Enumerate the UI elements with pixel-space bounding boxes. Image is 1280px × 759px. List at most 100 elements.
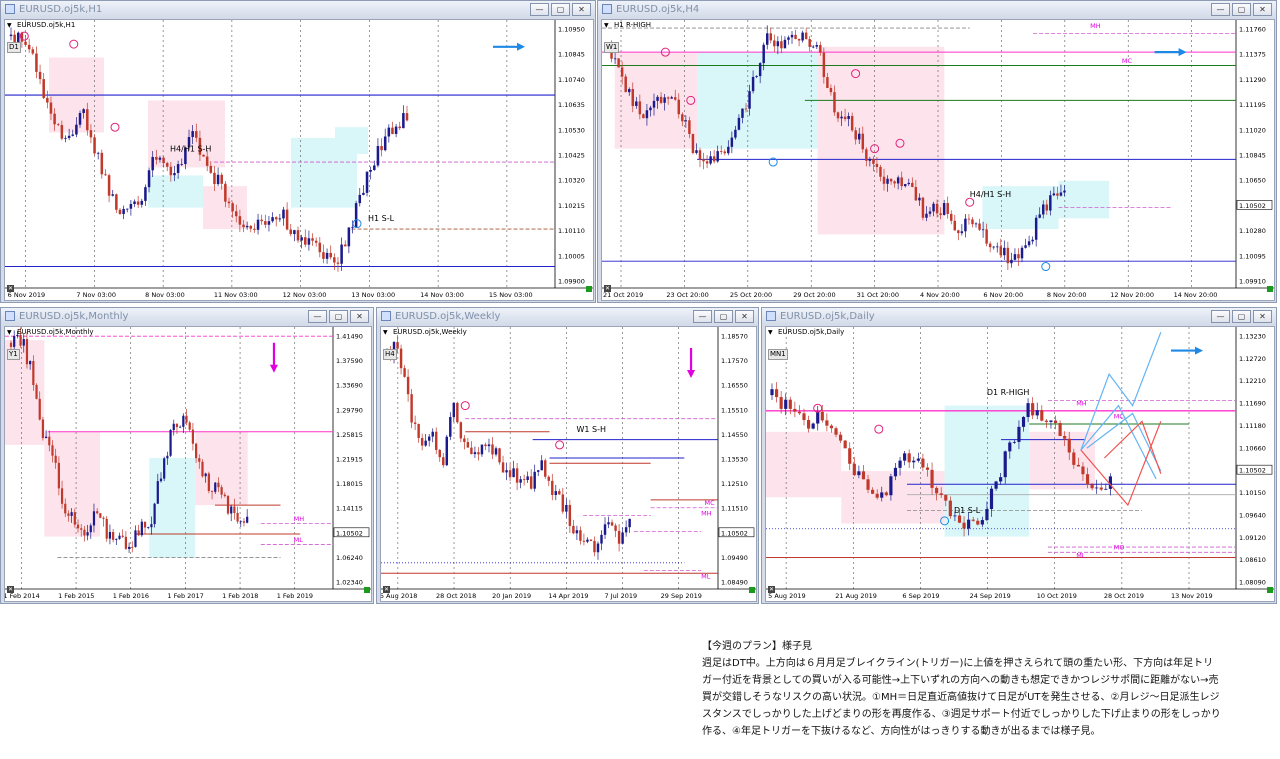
close-icon[interactable]: ✕: [7, 285, 14, 292]
annotation-label: ML: [701, 573, 711, 581]
swing-marker-icon: [110, 122, 120, 132]
candle-body: [705, 161, 709, 164]
candle-body: [642, 114, 645, 119]
chart-window-icon: [766, 311, 776, 321]
annotation-label: D1 R-HIGH: [987, 388, 1030, 397]
title-bar[interactable]: EURUSD.oj5k,H1 — ▢ ✕: [1, 1, 595, 18]
candle-body: [185, 415, 188, 423]
close-icon[interactable]: ✕: [604, 285, 611, 292]
candle-body: [614, 525, 617, 531]
candle-body: [56, 124, 60, 126]
candle-body: [394, 126, 398, 134]
close-button[interactable]: ✕: [572, 3, 591, 16]
chart-window-monthly[interactable]: EURUSD.oj5k,Monthly — ▢ ✕ 1 Feb 2014 1 Feb …: [0, 307, 374, 604]
candle-body: [737, 117, 741, 130]
y-tick-label: 1.10095: [1239, 252, 1266, 260]
close-icon[interactable]: ✕: [383, 586, 390, 593]
candle-body: [684, 120, 688, 122]
chart-window-h1[interactable]: EURUSD.oj5k,H1 — ▢ ✕ 6 Nov 2019 7 Nov 03:00…: [0, 0, 596, 303]
chevron-down-icon[interactable]: ▼: [7, 329, 12, 336]
title-bar[interactable]: EURUSD.oj5k,Weekly — ▢ ✕: [377, 308, 758, 325]
candle-body: [405, 113, 409, 121]
minimize-button[interactable]: —: [308, 310, 327, 323]
candle-body: [1058, 423, 1062, 436]
timeframe-badge[interactable]: Y1: [7, 349, 20, 360]
candle-body: [804, 32, 808, 40]
maximize-button[interactable]: ▢: [329, 310, 348, 323]
chart-area[interactable]: 6 Nov 2019 7 Nov 03:00 8 Nov 03:00 11 Nov 0…: [4, 19, 594, 301]
candle-body: [365, 171, 369, 193]
minimize-button[interactable]: —: [1211, 310, 1230, 323]
candle-body: [540, 460, 543, 471]
title-bar[interactable]: EURUSD.oj5k,Monthly — ▢ ✕: [1, 308, 373, 325]
close-icon[interactable]: ✕: [768, 586, 775, 593]
timeframe-badge[interactable]: H4: [383, 349, 397, 360]
maximize-button[interactable]: ▢: [714, 310, 733, 323]
minimize-button[interactable]: —: [693, 310, 712, 323]
swing-marker-icon: [874, 424, 884, 434]
chart-area[interactable]: 21 Oct 2019 23 Oct 20:00 25 Oct 20:00 29 Oc…: [601, 19, 1275, 301]
symbol-label: EURUSD.oj5k,Daily: [778, 328, 845, 336]
arrow-right-icon: [1178, 48, 1187, 57]
candle-body: [249, 225, 253, 229]
chevron-down-icon[interactable]: ▼: [7, 22, 12, 29]
candle-body: [410, 394, 413, 423]
candle-body: [230, 506, 233, 514]
chart-window-h4[interactable]: EURUSD.oj5k,H4 — ▢ ✕ 21 Oct 2019 23 Oct 20:…: [597, 0, 1277, 303]
chart-svg: 5 Aug 2018 28 Oct 2018 20 Jan 2019 14 Apr 2…: [381, 327, 756, 600]
candle-body: [994, 481, 998, 489]
candle-body: [173, 173, 176, 176]
timeframe-badge[interactable]: D1: [7, 42, 21, 53]
candle-body: [1038, 214, 1041, 218]
candle-body: [1031, 239, 1034, 242]
candle-body: [24, 41, 27, 45]
title-bar[interactable]: EURUSD.oj5k,Daily — ▢ ✕: [762, 308, 1276, 325]
chevron-down-icon[interactable]: ▼: [768, 329, 773, 336]
candle-body: [916, 458, 920, 461]
chevron-down-icon[interactable]: ▼: [383, 329, 388, 336]
chart-svg: 5 Aug 2019 21 Aug 2019 6 Sep 2019 24 Sep 20…: [766, 327, 1274, 600]
title-bar[interactable]: EURUSD.oj5k,H4 — ▢ ✕: [598, 1, 1276, 18]
maximize-button[interactable]: ▢: [551, 3, 570, 16]
annotation-label: MC: [705, 499, 716, 507]
chart-area[interactable]: 5 Aug 2018 28 Oct 2018 20 Jan 2019 14 Apr 2…: [380, 326, 757, 602]
candle-body: [463, 438, 466, 443]
timeframe-badge[interactable]: MN1: [768, 349, 788, 360]
candle-body: [558, 491, 561, 495]
candle-body: [1059, 192, 1063, 196]
candle-body: [547, 476, 550, 481]
candle-body: [147, 527, 150, 529]
maximize-button[interactable]: ▢: [1232, 3, 1251, 16]
candle-body: [108, 532, 112, 539]
candle-body: [802, 413, 806, 421]
candle-body: [210, 490, 214, 492]
candle-body: [322, 252, 325, 259]
close-button[interactable]: ✕: [1253, 310, 1272, 323]
chevron-down-icon[interactable]: ▼: [604, 22, 609, 29]
chart-area[interactable]: 5 Aug 2019 21 Aug 2019 6 Sep 2019 24 Sep 20…: [765, 326, 1275, 602]
x-tick-label: 14 Apr 2019: [548, 592, 588, 600]
candle-body: [631, 89, 635, 106]
candle-body: [944, 495, 948, 501]
candle-body: [960, 231, 964, 234]
candle-body: [494, 448, 498, 455]
chart-area[interactable]: 1 Feb 2014 1 Feb 2015 1 Feb 2016 1 Feb 2017…: [4, 326, 372, 602]
candle-body: [75, 124, 78, 135]
chart-window-weekly[interactable]: EURUSD.oj5k,Weekly — ▢ ✕ 5 Aug 2018 28 Oct …: [376, 307, 759, 604]
candle-body: [194, 443, 198, 459]
close-icon[interactable]: ✕: [7, 586, 14, 593]
chart-window-daily[interactable]: EURUSD.oj5k,Daily — ▢ ✕ 5 Aug 2019 21 Aug 2…: [761, 307, 1277, 604]
close-button[interactable]: ✕: [735, 310, 754, 323]
candle-body: [1021, 416, 1026, 427]
candle-body: [220, 174, 223, 184]
minimize-button[interactable]: —: [1211, 3, 1230, 16]
candle-body: [565, 504, 568, 512]
close-button[interactable]: ✕: [350, 310, 369, 323]
candle-body: [35, 53, 38, 72]
maximize-button[interactable]: ▢: [1232, 310, 1251, 323]
minimize-button[interactable]: —: [530, 3, 549, 16]
close-button[interactable]: ✕: [1253, 3, 1272, 16]
y-tick-label: 1.16550: [721, 382, 748, 390]
chart-window-icon: [602, 4, 612, 14]
timeframe-badge[interactable]: W1: [604, 42, 620, 53]
